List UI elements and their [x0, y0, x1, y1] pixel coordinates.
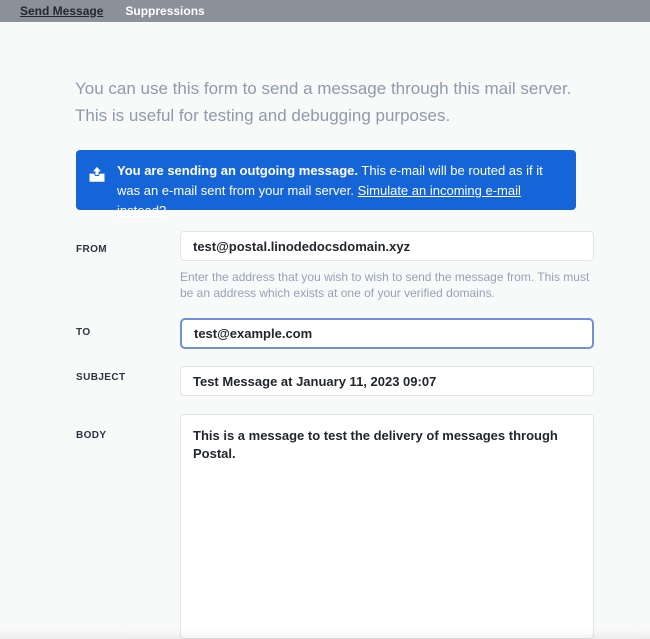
from-input[interactable] — [180, 231, 594, 261]
outbox-icon — [88, 166, 106, 184]
outgoing-message-alert: You are sending an outgoing message. Thi… — [76, 150, 576, 210]
intro-text: You can use this form to send a message … — [75, 75, 583, 129]
tab-send-message[interactable]: Send Message — [20, 0, 103, 23]
subject-input[interactable] — [180, 366, 594, 396]
subject-label: SUBJECT — [76, 372, 125, 383]
body-textarea[interactable]: This is a message to test the delivery o… — [180, 414, 594, 639]
to-input[interactable] — [180, 318, 594, 349]
top-nav-bar: Send Message Suppressions — [0, 0, 650, 23]
tab-suppressions[interactable]: Suppressions — [125, 0, 204, 23]
from-label: FROM — [76, 244, 107, 255]
alert-bold-text: You are sending an outgoing message. — [117, 163, 358, 178]
body-label: BODY — [76, 430, 107, 441]
to-label: TO — [76, 327, 91, 338]
from-help-text: Enter the address that you wish to wish … — [180, 270, 604, 301]
